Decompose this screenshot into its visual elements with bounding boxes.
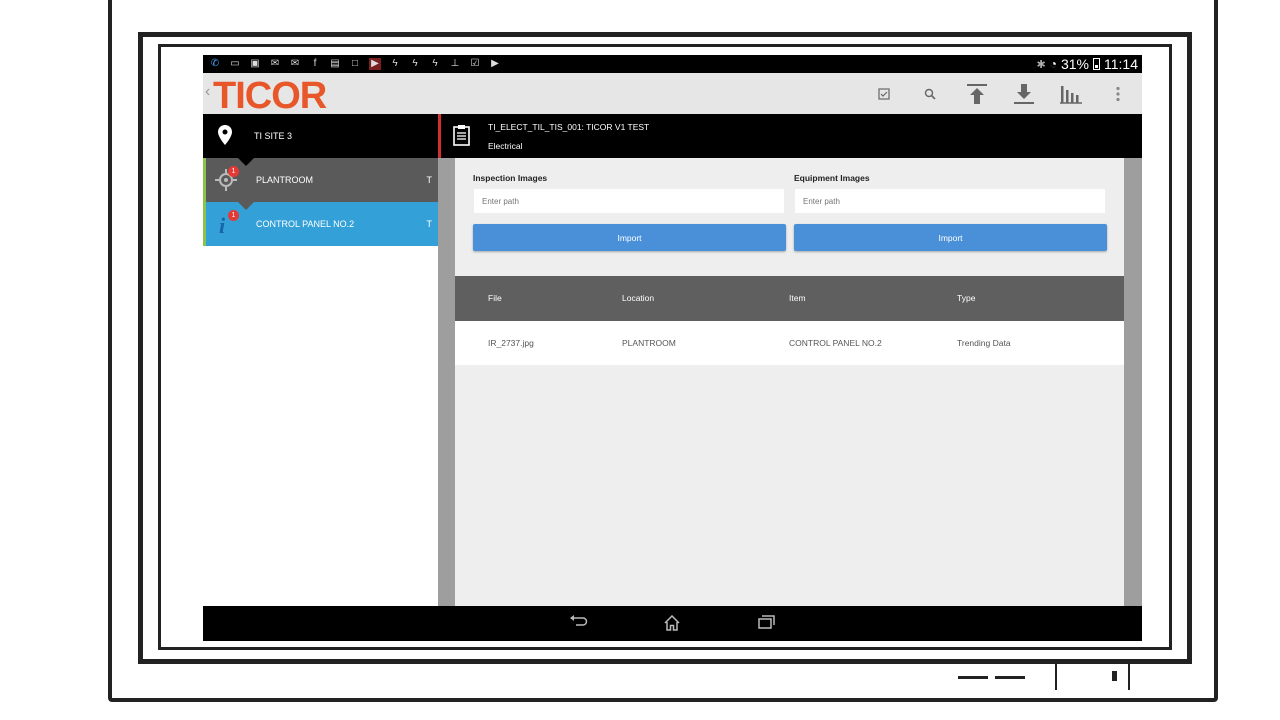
equipment-path-input[interactable]	[794, 188, 1106, 214]
image-icon: ▣	[250, 58, 260, 69]
search-icon[interactable]	[917, 81, 943, 107]
item-notch	[238, 202, 254, 210]
inspection-images-label: Inspection Images	[473, 173, 548, 183]
signal-b-icon: ϟ	[412, 58, 418, 69]
system-nav-bar	[203, 606, 1142, 641]
phone-icon: ✆	[210, 58, 220, 69]
wifi-icon: ◔	[1049, 57, 1057, 71]
frame-mark	[1112, 671, 1117, 681]
frame-divider	[1055, 664, 1057, 690]
facebook-icon: f	[313, 58, 317, 69]
play-icon: ▶	[491, 58, 499, 69]
notification-badge: 1	[228, 210, 239, 221]
sidebar-item-label: CONTROL PANEL NO.2	[256, 219, 355, 229]
inspection-subtitle: Electrical	[488, 141, 523, 151]
column-header-item: Item	[789, 293, 806, 303]
overflow-menu-icon[interactable]	[1105, 81, 1131, 107]
column-header-file: File	[488, 293, 502, 303]
table-header: File Location Item Type	[455, 276, 1124, 321]
bluetooth-icon: ✱	[1036, 58, 1046, 71]
frame-dash	[995, 676, 1025, 679]
scrollbar[interactable]	[1124, 158, 1142, 606]
checklist-icon[interactable]	[871, 81, 897, 107]
info-icon: i	[219, 213, 226, 238]
column-header-type: Type	[957, 293, 976, 303]
logo-text: TICOR	[213, 75, 327, 117]
cell-file: IR_2737.jpg	[488, 338, 534, 348]
gmail-icon: ✉	[290, 58, 300, 69]
inspection-import-button[interactable]: Import	[473, 224, 786, 251]
status-bar: ✆ ▭ ▣ ✉ ✉ f ▤ □ ▶ ϟ ϟ ϟ ⊥ ☑ ▶ ✱ ◔ 31% 11…	[203, 55, 1142, 73]
location-pin-icon	[218, 125, 232, 145]
app-logo: TICOR	[213, 75, 327, 118]
status-icons-right: ✱ ◔ 31% 11:14	[1037, 55, 1139, 73]
back-nav-icon[interactable]	[570, 615, 588, 632]
equipment-import-button[interactable]: Import	[794, 224, 1107, 251]
bar-chart-icon[interactable]	[1058, 81, 1084, 107]
recent-apps-icon[interactable]	[758, 615, 775, 632]
square-icon: □	[351, 58, 359, 69]
site-header[interactable]: TI SITE 3	[203, 114, 438, 158]
sidebar-item-label: PLANTROOM	[256, 175, 314, 185]
column-header-location: Location	[622, 293, 655, 303]
inspection-path-input[interactable]	[473, 188, 785, 214]
equipment-images-label: Equipment Images	[794, 173, 870, 183]
mail-icon: ✉	[270, 58, 280, 69]
cell-location: PLANTROOM	[622, 338, 676, 348]
clock: 11:14	[1104, 56, 1138, 72]
sidebar: TI SITE 3 1 PLANTROOM T i 1 CONTROL PANE…	[203, 114, 438, 606]
video-icon: ▶	[369, 58, 381, 70]
pane-divider[interactable]	[438, 158, 455, 606]
header-notch	[238, 158, 254, 166]
signal-a-icon: ϟ	[392, 58, 398, 69]
site-name: TI SITE 3	[254, 131, 293, 141]
tablet-screen: ✆ ▭ ▣ ✉ ✉ f ▤ □ ▶ ϟ ϟ ϟ ⊥ ☑ ▶ ✱ ◔ 31% 11…	[203, 55, 1142, 641]
main-content: Inspection Images Import Equipment Image…	[455, 158, 1124, 606]
cell-type: Trending Data	[957, 338, 1011, 348]
signal-c-icon: ϟ	[432, 58, 438, 69]
calendar-icon: ▤	[330, 58, 340, 69]
detail-header: TI_ELECT_TIL_TIS_001: TICOR V1 TEST Elec…	[441, 114, 1142, 158]
app-bar: ‹ TICOR	[203, 73, 1142, 117]
download-icon[interactable]	[1011, 81, 1037, 107]
notification-badge: 1	[228, 166, 239, 177]
sidebar-item-letter: T	[426, 175, 433, 185]
battery-percent: 31%	[1060, 56, 1089, 72]
back-chevron-icon[interactable]: ‹	[205, 83, 210, 101]
sidebar-item-letter: T	[426, 219, 433, 229]
battery-icon	[1093, 58, 1100, 70]
chat-icon: ▭	[230, 58, 240, 69]
inspection-title: TI_ELECT_TIL_TIS_001: TICOR V1 TEST	[488, 122, 650, 132]
table-row[interactable]: IR_2737.jpg PLANTROOM CONTROL PANEL NO.2…	[455, 321, 1124, 365]
check-icon: ☑	[470, 58, 480, 69]
upload-icon[interactable]	[964, 81, 990, 107]
usb-icon: ⊥	[450, 58, 460, 69]
frame-dash	[958, 676, 988, 679]
cell-item: CONTROL PANEL NO.2	[789, 338, 882, 348]
clipboard-icon	[453, 125, 470, 146]
home-nav-icon[interactable]	[664, 614, 680, 634]
frame-divider	[1128, 664, 1130, 690]
